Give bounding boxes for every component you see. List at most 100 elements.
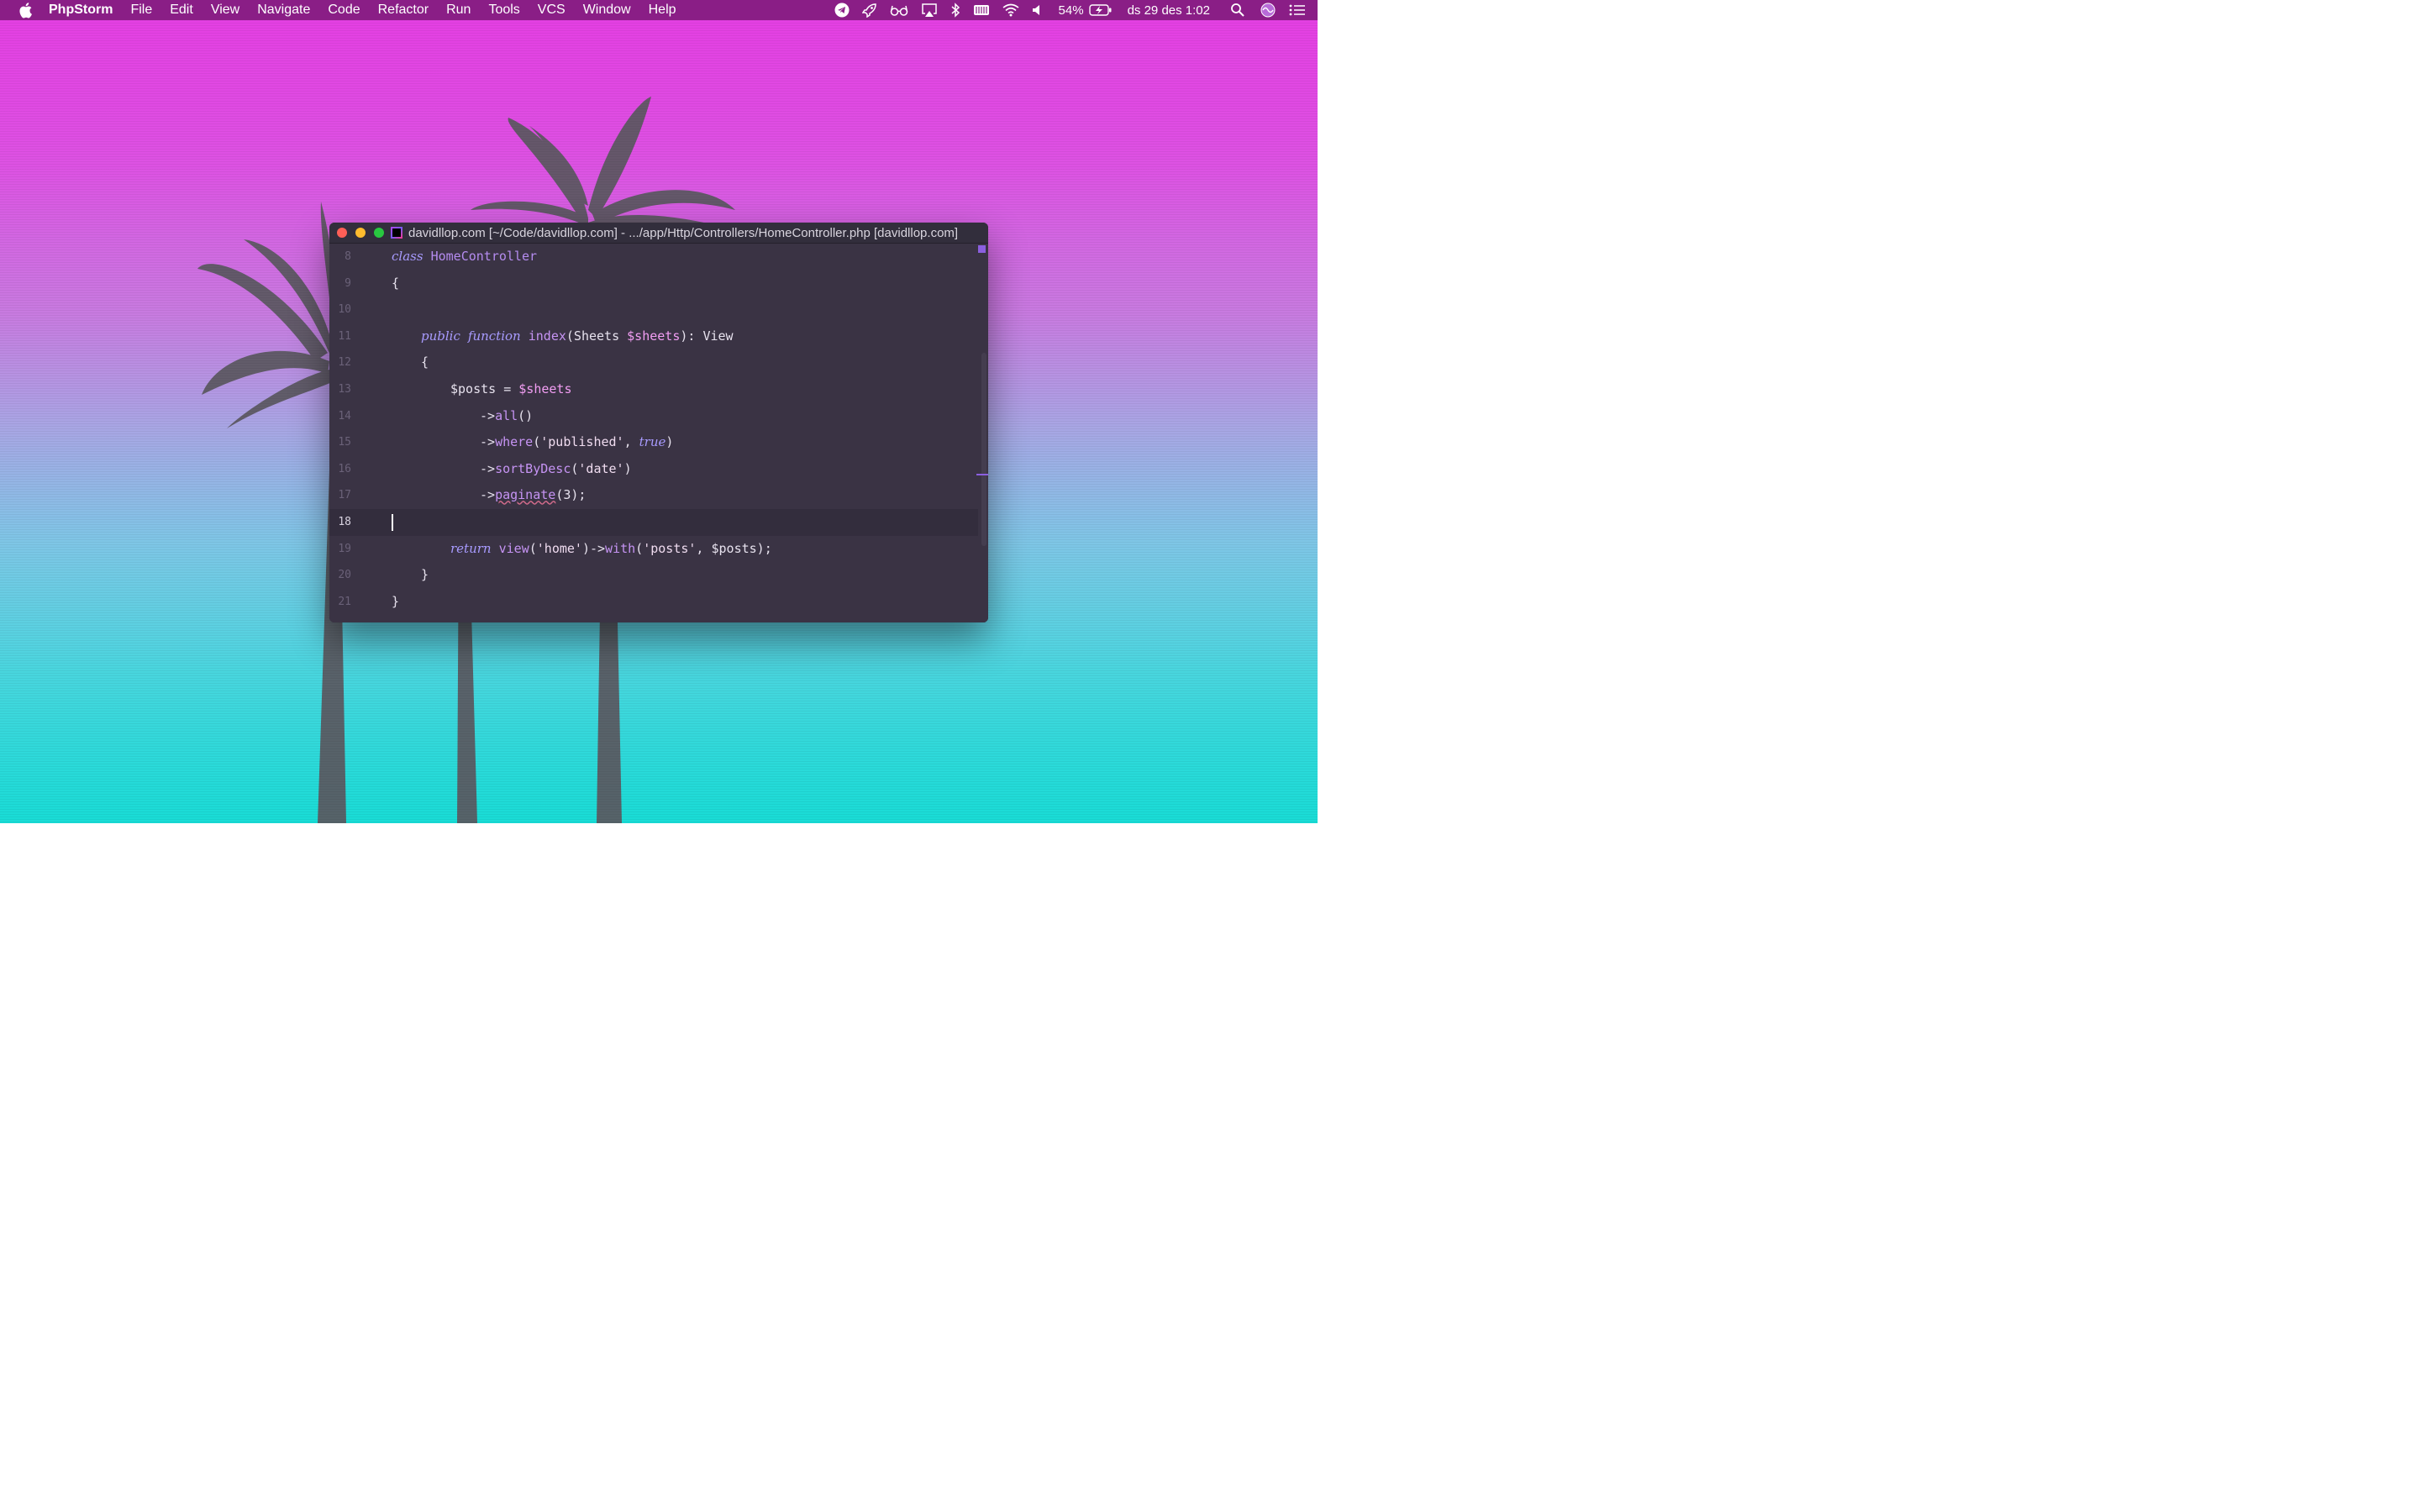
brace: } xyxy=(392,593,400,609)
rocket-icon[interactable] xyxy=(861,3,877,18)
apple-menu-icon[interactable] xyxy=(18,2,34,18)
brace: } xyxy=(421,567,429,583)
keyword: class xyxy=(392,249,424,264)
code-line[interactable]: 12 { xyxy=(329,349,978,376)
punctuation: ) xyxy=(623,460,632,476)
operator: )-> xyxy=(581,540,606,556)
punctuation: , xyxy=(623,434,639,450)
inspection-status-icon[interactable] xyxy=(978,245,986,253)
keyword: function xyxy=(467,328,521,344)
menu-tools[interactable]: Tools xyxy=(488,3,519,18)
menu-file[interactable]: File xyxy=(130,3,152,18)
operator: -> xyxy=(480,460,496,476)
code-line[interactable]: 13 $posts = $sheets xyxy=(329,376,978,403)
window-title: davidllop.com [~/Code/davidllop.com] - .… xyxy=(408,225,959,240)
line-number: 16 xyxy=(338,462,351,475)
code-line[interactable]: 11 public function index(Sheets $sheets)… xyxy=(329,323,978,350)
glasses-icon[interactable] xyxy=(890,3,908,17)
punctuation: (3); xyxy=(555,487,587,503)
telegram-icon[interactable] xyxy=(834,3,850,18)
method-name: sortByDesc xyxy=(495,460,571,476)
close-window-button[interactable] xyxy=(337,228,347,238)
punctuation: () xyxy=(518,407,534,423)
menu-code[interactable]: Code xyxy=(328,3,360,18)
code-line[interactable]: 20 } xyxy=(329,562,978,589)
menu-edit[interactable]: Edit xyxy=(170,3,193,18)
line-number: 13 xyxy=(338,383,351,396)
variable: $sheets xyxy=(518,381,572,396)
line-number: 17 xyxy=(338,489,351,502)
line-number: 15 xyxy=(338,436,351,449)
punctuation: ); xyxy=(756,540,772,556)
code-line[interactable]: 21 } xyxy=(329,589,978,616)
menu-app-phpstorm[interactable]: PhpStorm xyxy=(49,3,113,18)
menu-vcs[interactable]: VCS xyxy=(538,3,566,18)
string-literal: 'date' xyxy=(578,460,624,476)
battery-icon[interactable] xyxy=(1088,4,1113,16)
string-literal: 'posts' xyxy=(643,540,697,556)
control-center-icon[interactable] xyxy=(1289,3,1306,17)
zoom-window-button[interactable] xyxy=(374,228,384,238)
phpstorm-window: davidllop.com [~/Code/davidllop.com] - .… xyxy=(329,223,988,622)
menu-run[interactable]: Run xyxy=(446,3,471,18)
punctuation: ( xyxy=(635,540,644,556)
method-name: where xyxy=(495,434,534,450)
brace: { xyxy=(392,275,400,291)
error-stripe-marker[interactable] xyxy=(976,474,988,475)
code-editor[interactable]: 8 class HomeController 9 { 10 11 public … xyxy=(329,244,988,622)
menu-view[interactable]: View xyxy=(211,3,239,18)
keyword: return xyxy=(450,540,492,556)
airplay-icon[interactable] xyxy=(921,3,938,18)
siri-icon[interactable] xyxy=(1260,3,1276,18)
operator: = xyxy=(496,381,519,396)
line-number: 9 xyxy=(345,276,351,290)
method-name-warning: paginate xyxy=(495,487,556,503)
search-icon[interactable] xyxy=(1230,3,1245,18)
battery-percentage: 54% xyxy=(1058,3,1084,18)
method-name: with xyxy=(605,540,636,556)
status-area: 54% ds 29 des 1:02 xyxy=(822,0,1306,20)
keyboard-icon[interactable] xyxy=(973,3,990,17)
code-line[interactable]: 8 class HomeController xyxy=(329,244,978,270)
brace: { xyxy=(421,354,429,370)
clock[interactable]: ds 29 des 1:02 xyxy=(1128,3,1210,18)
return-type: ): View xyxy=(680,328,734,344)
code-line[interactable]: 17 ->paginate(3); xyxy=(329,482,978,509)
text-caret xyxy=(392,514,393,531)
punctuation: ( xyxy=(529,540,537,556)
menu-refactor[interactable]: Refactor xyxy=(378,3,429,18)
variable: $posts xyxy=(711,540,757,556)
code-line[interactable]: 15 ->where('published', true) xyxy=(329,429,978,456)
minimize-window-button[interactable] xyxy=(355,228,366,238)
current-code-line[interactable]: 18 xyxy=(329,509,978,536)
function-name: index xyxy=(528,328,566,344)
line-number: 10 xyxy=(338,303,351,317)
menu-help[interactable]: Help xyxy=(649,3,676,18)
code-line[interactable]: 10 xyxy=(329,297,978,323)
punctuation: ) xyxy=(666,434,674,450)
menu-navigate[interactable]: Navigate xyxy=(257,3,310,18)
function-name: view xyxy=(498,540,529,556)
line-number: 19 xyxy=(338,542,351,555)
wifi-icon[interactable] xyxy=(1002,3,1019,17)
menu-window[interactable]: Window xyxy=(583,3,631,18)
operator: -> xyxy=(480,434,496,450)
operator: -> xyxy=(480,487,496,503)
code-line[interactable]: 16 ->sortByDesc('date') xyxy=(329,456,978,483)
line-number: 14 xyxy=(338,409,351,423)
variable: $posts xyxy=(450,381,497,396)
macos-menubar: PhpStorm File Edit View Navigate Code Re… xyxy=(0,0,1318,20)
method-name: all xyxy=(495,407,518,423)
window-titlebar[interactable]: davidllop.com [~/Code/davidllop.com] - .… xyxy=(329,223,988,244)
scrollbar-thumb[interactable] xyxy=(981,353,986,546)
punctuation: ( xyxy=(566,328,574,344)
string-literal: 'published' xyxy=(540,434,624,450)
volume-icon[interactable] xyxy=(1032,3,1044,17)
code-line[interactable]: 19 return view('home')->with('posts', $p… xyxy=(329,536,978,563)
code-line[interactable]: 14 ->all() xyxy=(329,403,978,430)
editor-scrollbar[interactable] xyxy=(976,244,988,622)
bluetooth-icon[interactable] xyxy=(950,3,960,18)
operator: -> xyxy=(480,407,496,423)
keyword: true xyxy=(639,434,666,450)
code-line[interactable]: 9 { xyxy=(329,270,978,297)
